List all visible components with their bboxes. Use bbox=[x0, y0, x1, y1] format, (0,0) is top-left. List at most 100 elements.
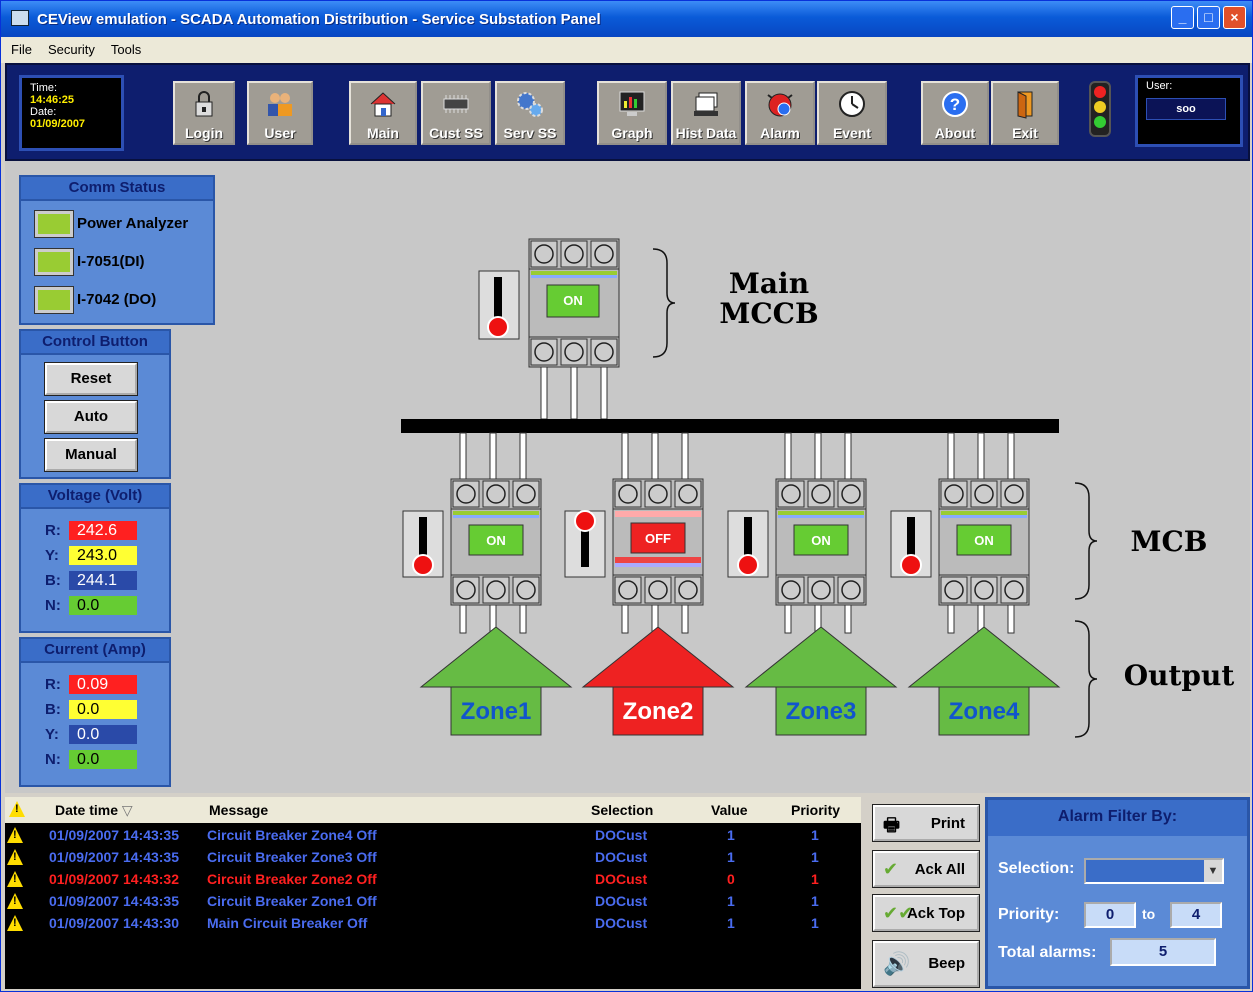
ack-top-button[interactable]: ✔✔ Ack Top bbox=[872, 894, 980, 932]
status-led bbox=[34, 210, 74, 238]
about-button[interactable]: ? About bbox=[921, 81, 989, 145]
serv-ss-button[interactable]: Serv SS bbox=[495, 81, 565, 145]
mcb-state: ON bbox=[811, 533, 831, 548]
user-button[interactable]: User bbox=[247, 81, 313, 145]
mcb-handle[interactable] bbox=[412, 554, 434, 576]
menu-security[interactable]: Security bbox=[38, 37, 101, 57]
priority-label: Priority: bbox=[998, 906, 1060, 923]
menu-file[interactable]: File bbox=[1, 37, 38, 57]
app-icon bbox=[11, 10, 29, 26]
alarm-log-header: Date time ▽ Message Selection Value Prio… bbox=[5, 797, 861, 823]
mcb-state: ON bbox=[486, 533, 506, 548]
mcb-zone3: ON Zone3 bbox=[727, 432, 898, 736]
zone-arrow bbox=[581, 626, 735, 688]
user-value: soo bbox=[1146, 98, 1226, 120]
sort-icon: ▽ bbox=[121, 802, 133, 818]
exit-label: Exit bbox=[1012, 125, 1038, 141]
comm-item-i7042: I-7042 (DO) bbox=[34, 286, 156, 314]
header-message[interactable]: Message bbox=[209, 802, 268, 818]
menu-tools[interactable]: Tools bbox=[101, 37, 147, 57]
voltage-row: Y: 243.0 bbox=[45, 546, 137, 565]
main-button[interactable]: Main bbox=[349, 81, 417, 145]
menu-bar: File Security Tools bbox=[1, 37, 1252, 63]
to-label: to bbox=[1142, 906, 1156, 922]
ack-all-label: Ack All bbox=[914, 861, 965, 878]
maximize-button[interactable]: □ bbox=[1197, 6, 1220, 29]
title-bar: CEView emulation - SCADA Automation Dist… bbox=[1, 1, 1252, 37]
phase-value: 0.09 bbox=[69, 675, 137, 694]
print-button[interactable]: 🖶 Print bbox=[872, 804, 980, 842]
alarm-row[interactable]: 01/09/2007 14:43:35 Circuit Breaker Zone1… bbox=[5, 891, 861, 913]
priority-to-input[interactable]: 4 bbox=[1170, 902, 1222, 928]
reset-button[interactable]: Reset bbox=[44, 362, 138, 396]
phase-label: Y: bbox=[45, 726, 59, 743]
alarm-message: Circuit Breaker Zone1 Off bbox=[207, 893, 377, 909]
help-icon: ? bbox=[942, 91, 968, 117]
alarm-row[interactable]: 01/09/2007 14:43:35 Circuit Breaker Zone3… bbox=[5, 847, 861, 869]
auto-button[interactable]: Auto bbox=[44, 400, 138, 434]
main-label-line2: MCCB bbox=[719, 297, 818, 330]
minimize-button[interactable]: _ bbox=[1171, 6, 1194, 29]
alarm-datetime: 01/09/2007 14:43:32 bbox=[49, 871, 179, 887]
header-datetime[interactable]: Date time ▽ bbox=[55, 802, 133, 819]
header-priority[interactable]: Priority bbox=[791, 802, 840, 818]
warning-icon bbox=[7, 893, 23, 909]
header-datetime-label: Date time bbox=[55, 802, 119, 818]
alarm-selection: DOCust bbox=[595, 871, 648, 887]
phase-label: N: bbox=[45, 597, 61, 614]
alarm-button[interactable]: Alarm bbox=[745, 81, 815, 145]
cust-ss-button[interactable]: Cust SS bbox=[421, 81, 491, 145]
manual-button[interactable]: Manual bbox=[44, 438, 138, 472]
clock-display: Time: 14:46:25 Date: 01/09/2007 bbox=[19, 75, 124, 151]
alarm-row[interactable]: 01/09/2007 14:43:35 Circuit Breaker Zone4… bbox=[5, 825, 861, 847]
lock-icon bbox=[195, 91, 213, 117]
app-window: CEView emulation - SCADA Automation Dist… bbox=[0, 0, 1253, 992]
hist-data-button[interactable]: Hist Data bbox=[671, 81, 741, 145]
main-mccb-state: ON bbox=[563, 293, 583, 308]
graph-label: Graph bbox=[611, 125, 653, 141]
selection-dropdown[interactable]: ▼ bbox=[1084, 858, 1224, 884]
speaker-icon: 🔊 bbox=[883, 951, 911, 976]
mcb-zone2: OFF Zone2 bbox=[564, 432, 735, 736]
close-button[interactable]: × bbox=[1223, 6, 1246, 29]
ack-top-label: Ack Top bbox=[906, 905, 965, 922]
priority-from-input[interactable]: 0 bbox=[1084, 902, 1136, 928]
serv-ss-label: Serv SS bbox=[503, 125, 557, 141]
alarm-priority: 1 bbox=[811, 915, 819, 931]
phase-label: N: bbox=[45, 751, 61, 768]
login-button[interactable]: Login bbox=[173, 81, 235, 145]
mcb-handle[interactable] bbox=[737, 554, 759, 576]
current-row: N: 0.0 bbox=[45, 750, 137, 769]
alarm-row[interactable]: 01/09/2007 14:43:30 Main Circuit Breaker … bbox=[5, 913, 861, 935]
header-selection[interactable]: Selection bbox=[591, 802, 653, 818]
current-row: Y: 0.0 bbox=[45, 725, 137, 744]
phase-value: 0.0 bbox=[69, 750, 137, 769]
alarm-priority: 1 bbox=[811, 871, 819, 887]
time-label: Time: bbox=[30, 82, 58, 94]
beep-button[interactable]: 🔊 Beep bbox=[872, 940, 980, 988]
alarm-row[interactable]: 01/09/2007 14:43:32 Circuit Breaker Zone2… bbox=[5, 869, 861, 891]
alarm-selection: DOCust bbox=[595, 849, 648, 865]
event-button[interactable]: Event bbox=[817, 81, 887, 145]
ack-all-button[interactable]: ✔ Ack All bbox=[872, 850, 980, 888]
mcb-handle[interactable] bbox=[574, 510, 596, 532]
graph-button[interactable]: Graph bbox=[597, 81, 667, 145]
mcb-label: MCB bbox=[1131, 525, 1208, 558]
exit-button[interactable]: Exit bbox=[991, 81, 1059, 145]
clock-icon bbox=[839, 91, 865, 117]
voltage-row: B: 244.1 bbox=[45, 571, 137, 590]
alarm-message: Circuit Breaker Zone3 Off bbox=[207, 849, 377, 865]
chevron-down-icon[interactable]: ▼ bbox=[1204, 860, 1222, 882]
main-label: Main bbox=[367, 125, 399, 141]
exit-door-icon bbox=[1017, 91, 1033, 119]
users-icon bbox=[268, 93, 292, 116]
alarm-datetime: 01/09/2007 14:43:35 bbox=[49, 849, 179, 865]
svg-text:?: ? bbox=[950, 95, 960, 114]
header-value[interactable]: Value bbox=[711, 802, 748, 818]
mcb-handle[interactable] bbox=[900, 554, 922, 576]
main-mccb-handle[interactable] bbox=[487, 316, 509, 338]
alarm-filter-panel: Alarm Filter By: Selection: ▼ Priority: … bbox=[985, 797, 1250, 989]
comm-item-i7051: I-7051(DI) bbox=[34, 248, 145, 276]
mcb-state: ON bbox=[974, 533, 994, 548]
alarm-message: Circuit Breaker Zone4 Off bbox=[207, 827, 377, 843]
